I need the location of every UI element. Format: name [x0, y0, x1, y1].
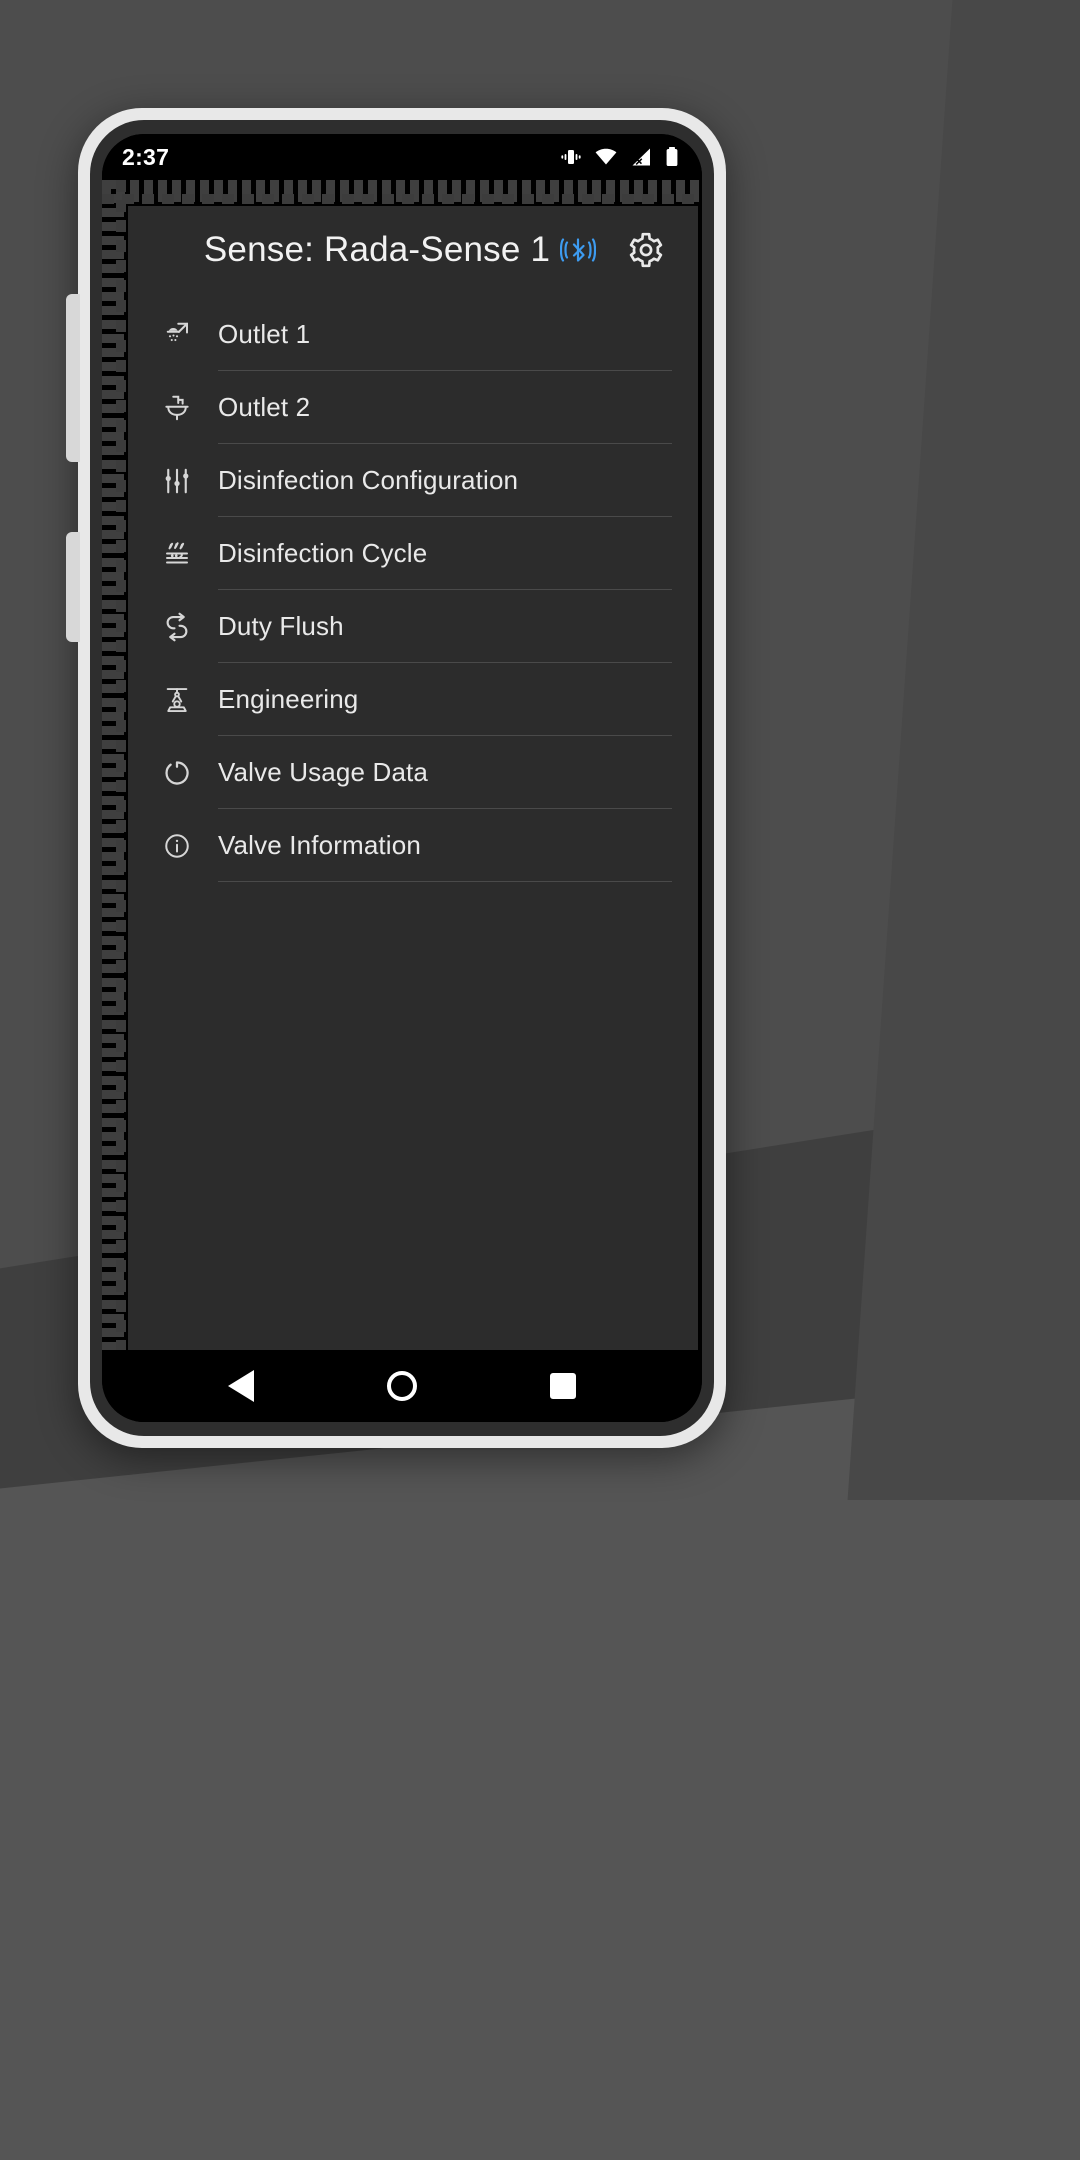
app-surface: Sense: Rada-Sense 1 Outlet 1 Outlet 2 Di… [128, 206, 698, 1350]
list-item-engineering[interactable]: Engineering [128, 663, 698, 736]
list-item-label: Disinfection Configuration [218, 465, 519, 495]
list-item-label: Outlet 1 [218, 319, 311, 349]
home-button[interactable] [386, 1371, 417, 1401]
list-item-outlet-2[interactable]: Outlet 2 [128, 371, 698, 444]
status-clock: 2:37 [122, 143, 170, 170]
power-button[interactable] [66, 532, 80, 642]
list-item-label: Valve Information [218, 830, 421, 860]
list-item-label: Engineering [218, 684, 359, 714]
phone-device: 2:37 Sense: Rada-Sense 1 Outlet 1 Outlet… [66, 108, 726, 1448]
backdrop-band [847, 0, 1080, 1500]
vibrate-icon [559, 145, 583, 169]
tune-sliders-icon [148, 466, 206, 496]
list-item-disinfection-cycle[interactable]: Disinfection Cycle [128, 517, 698, 590]
app-title-bar: Sense: Rada-Sense 1 [128, 206, 698, 294]
app-container: Sense: Rada-Sense 1 Outlet 1 Outlet 2 Di… [102, 180, 702, 1350]
basin-tap-icon [148, 393, 206, 423]
list-item-label: Outlet 2 [218, 392, 311, 422]
shower-head-icon [148, 320, 206, 350]
list-item-disinfection-configuration[interactable]: Disinfection Configuration [128, 444, 698, 517]
row-divider [218, 881, 672, 882]
heat-disinfect-icon [148, 539, 206, 569]
list-item-outlet-1[interactable]: Outlet 1 [128, 298, 698, 371]
settings-gear-icon[interactable] [620, 224, 672, 276]
page-title: Sense: Rada-Sense 1 [203, 230, 551, 269]
list-item-label: Disinfection Cycle [218, 538, 428, 568]
status-icon-group [559, 145, 680, 169]
swap-arrows-icon [148, 612, 206, 642]
volume-button[interactable] [66, 294, 80, 462]
phone-bezel: 2:37 Sense: Rada-Sense 1 Outlet 1 Outlet… [90, 120, 714, 1436]
menu-list: Outlet 1 Outlet 2 Disinfection Configura… [128, 294, 698, 1350]
wifi-icon [594, 145, 618, 169]
list-item-valve-usage-data[interactable]: Valve Usage Data [128, 736, 698, 809]
list-item-label: Valve Usage Data [218, 757, 429, 787]
info-circle-icon [148, 831, 206, 861]
list-item-label: Duty Flush [218, 611, 344, 641]
back-button[interactable] [228, 1370, 255, 1402]
status-bar: 2:37 [102, 134, 702, 180]
precision-manufacturing-icon [148, 685, 206, 715]
list-item-valve-information[interactable]: Valve Information [128, 809, 698, 882]
rotating-progress-icon [148, 758, 206, 788]
cell-signal-icon [629, 145, 653, 169]
android-nav-bar [102, 1350, 702, 1422]
bluetooth-connected-icon [560, 235, 597, 265]
battery-icon [664, 145, 680, 169]
recents-button[interactable] [549, 1373, 576, 1399]
phone-screen: 2:37 Sense: Rada-Sense 1 Outlet 1 Outlet… [102, 134, 702, 1422]
title-group: Sense: Rada-Sense 1 [146, 230, 620, 270]
list-item-duty-flush[interactable]: Duty Flush [128, 590, 698, 663]
